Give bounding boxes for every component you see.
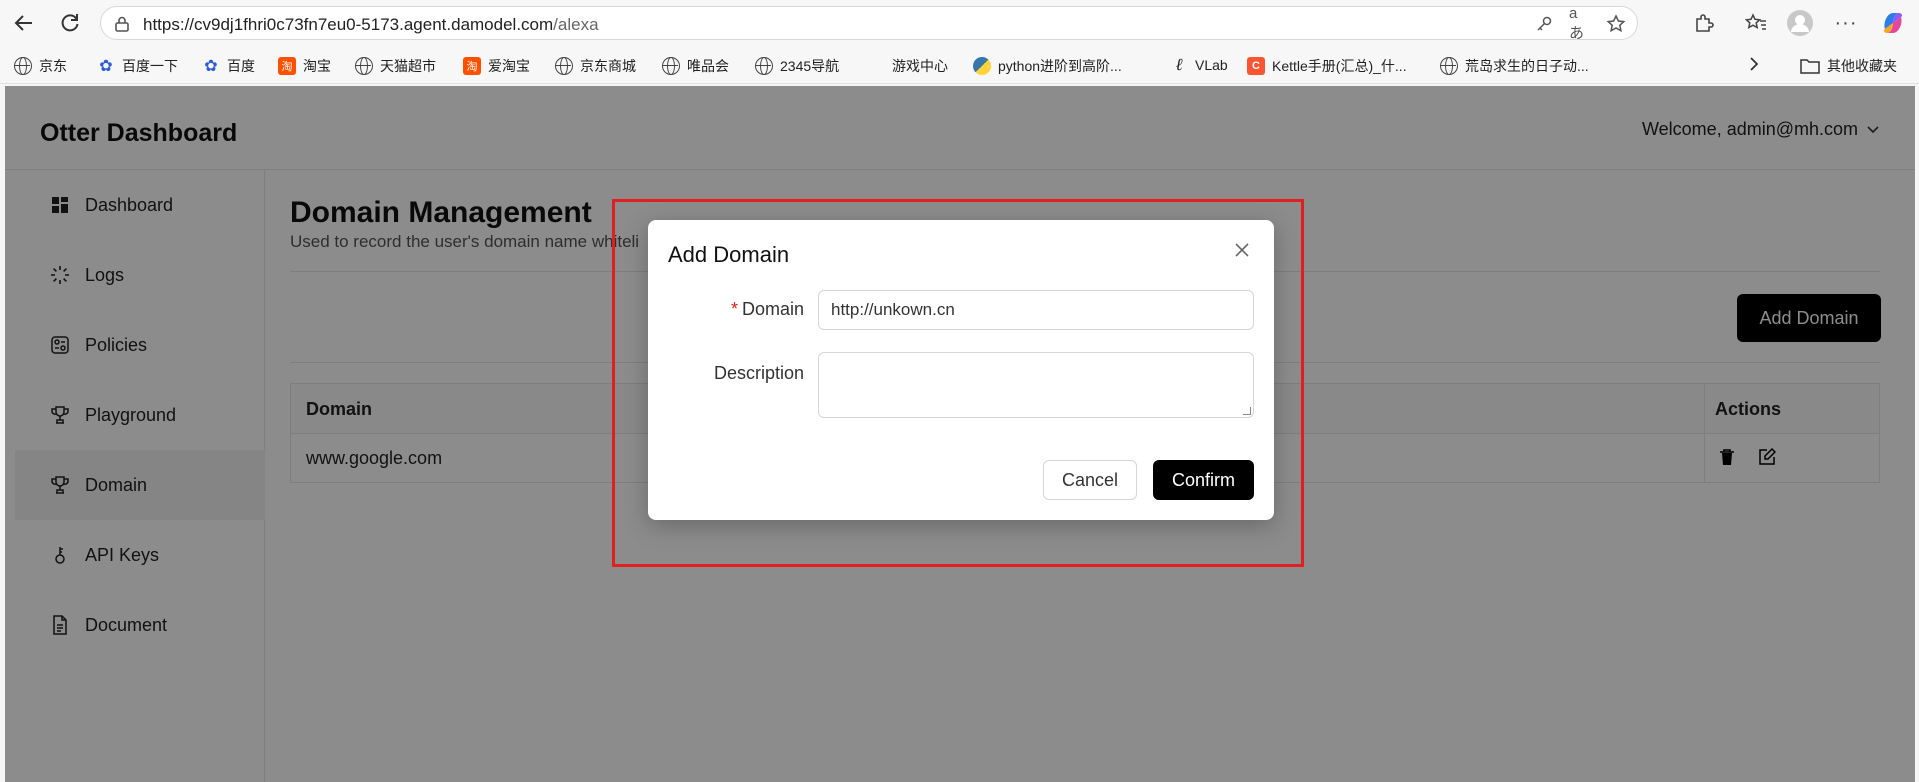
other-bookmarks-label: 其他收藏夹 bbox=[1827, 58, 1897, 74]
bookmark-jd[interactable]: 京东 bbox=[14, 56, 67, 76]
domain-label-text: Domain bbox=[741, 299, 804, 319]
globe-icon bbox=[755, 57, 773, 75]
back-arrow-icon bbox=[14, 15, 32, 31]
domain-input-value: http://unkown.cn bbox=[831, 300, 955, 319]
vlab-icon: ℓ bbox=[1175, 55, 1183, 74]
back-button[interactable] bbox=[8, 7, 40, 39]
url-text[interactable]: https://cv9dj1fhri0c73fn7eu0-5173.agent.… bbox=[143, 15, 599, 35]
bookmark-games[interactable]: 游戏中心 bbox=[892, 56, 948, 76]
profile-button[interactable] bbox=[1783, 7, 1817, 39]
taobao-icon: 淘 bbox=[278, 57, 296, 75]
taobao-icon: 淘 bbox=[463, 57, 481, 75]
read-aloud-icon[interactable]: aあ bbox=[1569, 5, 1591, 42]
globe-icon bbox=[662, 57, 680, 75]
bookmark-2345[interactable]: 2345导航 bbox=[755, 56, 839, 76]
bookmark-label: 淘宝 bbox=[303, 58, 331, 74]
copilot-button[interactable] bbox=[1876, 7, 1910, 39]
bookmark-label: VLab bbox=[1195, 57, 1228, 73]
bookmark-label: 游戏中心 bbox=[892, 58, 948, 74]
bookmark-vlab[interactable]: ℓ VLab bbox=[1170, 55, 1228, 74]
site-info-icon[interactable] bbox=[113, 15, 131, 33]
bookmark-baidu[interactable]: ✿ 百度 bbox=[202, 56, 255, 76]
reload-icon bbox=[61, 14, 79, 32]
favorites-list-icon bbox=[1745, 13, 1766, 30]
reload-button[interactable] bbox=[54, 7, 86, 39]
bookmark-tmall[interactable]: 天猫超市 bbox=[355, 56, 436, 76]
confirm-button[interactable]: Confirm bbox=[1153, 460, 1254, 500]
other-bookmarks-folder[interactable]: 其他收藏夹 bbox=[1800, 56, 1897, 76]
bookmark-label: 百度 bbox=[227, 58, 255, 74]
copilot-icon bbox=[1883, 13, 1903, 33]
favorite-star-icon[interactable] bbox=[1605, 13, 1627, 35]
bookmark-label: 爱淘宝 bbox=[488, 58, 530, 74]
puzzle-icon bbox=[1696, 14, 1714, 32]
avatar-icon bbox=[1787, 10, 1813, 36]
bookmark-kettle[interactable]: C Kettle手册(汇总)_什... bbox=[1247, 56, 1407, 76]
more-menu-button[interactable]: ··· bbox=[1830, 7, 1862, 39]
bookmarks-overflow-button[interactable] bbox=[1747, 56, 1761, 72]
bookmark-jd-mall[interactable]: 京东商城 bbox=[555, 56, 636, 76]
url-main: https://cv9dj1fhri0c73fn7eu0-5173.agent.… bbox=[143, 15, 554, 34]
bookmarks-bar: 京东 ✿ 百度一下 ✿ 百度 淘淘宝 天猫超市 淘爱淘宝 京东商城 唯品会 2345… bbox=[0, 46, 1919, 84]
url-path: /alexa bbox=[553, 15, 599, 34]
baidu-paw-icon: ✿ bbox=[204, 58, 218, 75]
globe-icon bbox=[1440, 57, 1458, 75]
favorites-button[interactable] bbox=[1740, 7, 1772, 39]
extensions-button[interactable] bbox=[1688, 7, 1720, 39]
bookmark-baidu-search[interactable]: ✿ 百度一下 bbox=[97, 56, 178, 76]
bookmark-label: python进阶到高阶... bbox=[998, 58, 1122, 74]
bookmark-ai-taobao[interactable]: 淘爱淘宝 bbox=[463, 56, 530, 76]
required-marker: * bbox=[730, 299, 738, 319]
folder-icon bbox=[1800, 59, 1820, 74]
bookmark-vip[interactable]: 唯品会 bbox=[662, 56, 729, 76]
globe-icon bbox=[555, 57, 573, 75]
description-textarea[interactable] bbox=[818, 352, 1254, 418]
bookmark-taobao[interactable]: 淘淘宝 bbox=[278, 56, 331, 76]
close-icon bbox=[1235, 243, 1249, 257]
chevron-right-icon bbox=[1750, 57, 1759, 71]
bookmark-label: 京东 bbox=[39, 58, 67, 74]
address-bar[interactable]: https://cv9dj1fhri0c73fn7eu0-5173.agent.… bbox=[100, 5, 1638, 42]
password-key-icon[interactable] bbox=[1533, 13, 1555, 35]
browser-toolbar: https://cv9dj1fhri0c73fn7eu0-5173.agent.… bbox=[0, 0, 1919, 46]
globe-icon bbox=[355, 57, 373, 75]
bookmark-label: 天猫超市 bbox=[380, 58, 436, 74]
bookmark-label: 百度一下 bbox=[122, 58, 178, 74]
bookmark-label: 唯品会 bbox=[687, 58, 729, 74]
domain-label: * Domain bbox=[731, 299, 804, 320]
resize-handle[interactable] bbox=[1243, 407, 1251, 415]
baidu-paw-icon: ✿ bbox=[99, 58, 113, 75]
python-icon bbox=[973, 57, 991, 75]
bookmark-python[interactable]: python进阶到高阶... bbox=[973, 56, 1122, 76]
add-domain-dialog: Add Domain * Domain http://unkown.cn Desc… bbox=[648, 220, 1274, 520]
description-label: Description bbox=[713, 363, 804, 383]
close-button[interactable] bbox=[1230, 238, 1254, 262]
bookmark-label: Kettle手册(汇总)_什... bbox=[1272, 58, 1407, 74]
bookmark-label: 2345导航 bbox=[780, 58, 840, 74]
csdn-icon: C bbox=[1247, 57, 1265, 75]
bookmark-label: 京东商城 bbox=[580, 58, 636, 74]
more-dots-icon: ··· bbox=[1834, 11, 1858, 34]
bookmark-island[interactable]: 荒岛求生的日子动... bbox=[1440, 56, 1589, 76]
cancel-button[interactable]: Cancel bbox=[1043, 460, 1137, 500]
bookmark-label: 荒岛求生的日子动... bbox=[1465, 58, 1589, 74]
dialog-title: Add Domain bbox=[668, 242, 790, 267]
globe-icon bbox=[14, 57, 32, 75]
domain-input[interactable]: http://unkown.cn bbox=[818, 290, 1254, 330]
